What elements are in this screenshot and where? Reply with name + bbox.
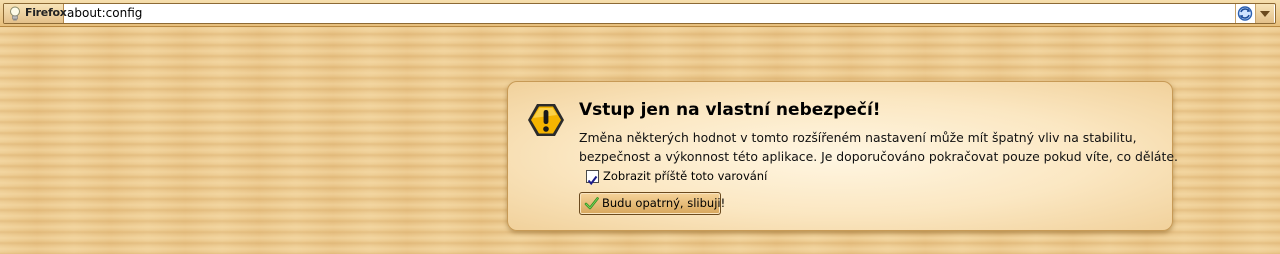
url-bar[interactable]: Firefox about:config <box>3 3 1276 24</box>
site-identity-button[interactable]: Firefox <box>4 4 67 23</box>
warning-text: Změna některých hodnot v tomto rozšířené… <box>579 128 1178 166</box>
checkmark-icon <box>587 175 598 186</box>
url-input[interactable]: about:config <box>67 6 142 20</box>
confirm-careful-button[interactable]: Budu opatrný, slibuji! <box>579 192 725 215</box>
show-warning-checkbox-label[interactable]: Zobrazit příště toto varování <box>603 169 767 183</box>
warning-icon <box>528 104 564 136</box>
warning-panel: Vstup jen na vlastní nebezpečí! Změna ně… <box>507 81 1178 231</box>
confirm-button-label: Budu opatrný, slibuji! <box>602 196 726 210</box>
show-warning-checkbox[interactable] <box>586 170 599 186</box>
dropdown-icon[interactable] <box>1255 4 1274 23</box>
check-icon <box>584 197 599 210</box>
lightbulb-icon <box>10 6 20 21</box>
identity-label: Firefox <box>25 6 67 19</box>
warning-title: Vstup jen na vlastní nebezpečí! <box>579 100 881 120</box>
reload-icon[interactable] <box>1235 4 1254 23</box>
warning-text-line: bezpečnost a výkonnost této aplikace. Je… <box>579 149 1178 164</box>
warning-text-line: Změna některých hodnot v tomto rozšířené… <box>579 130 1137 145</box>
url-bar-toolbar: Firefox about:config <box>0 0 1280 27</box>
